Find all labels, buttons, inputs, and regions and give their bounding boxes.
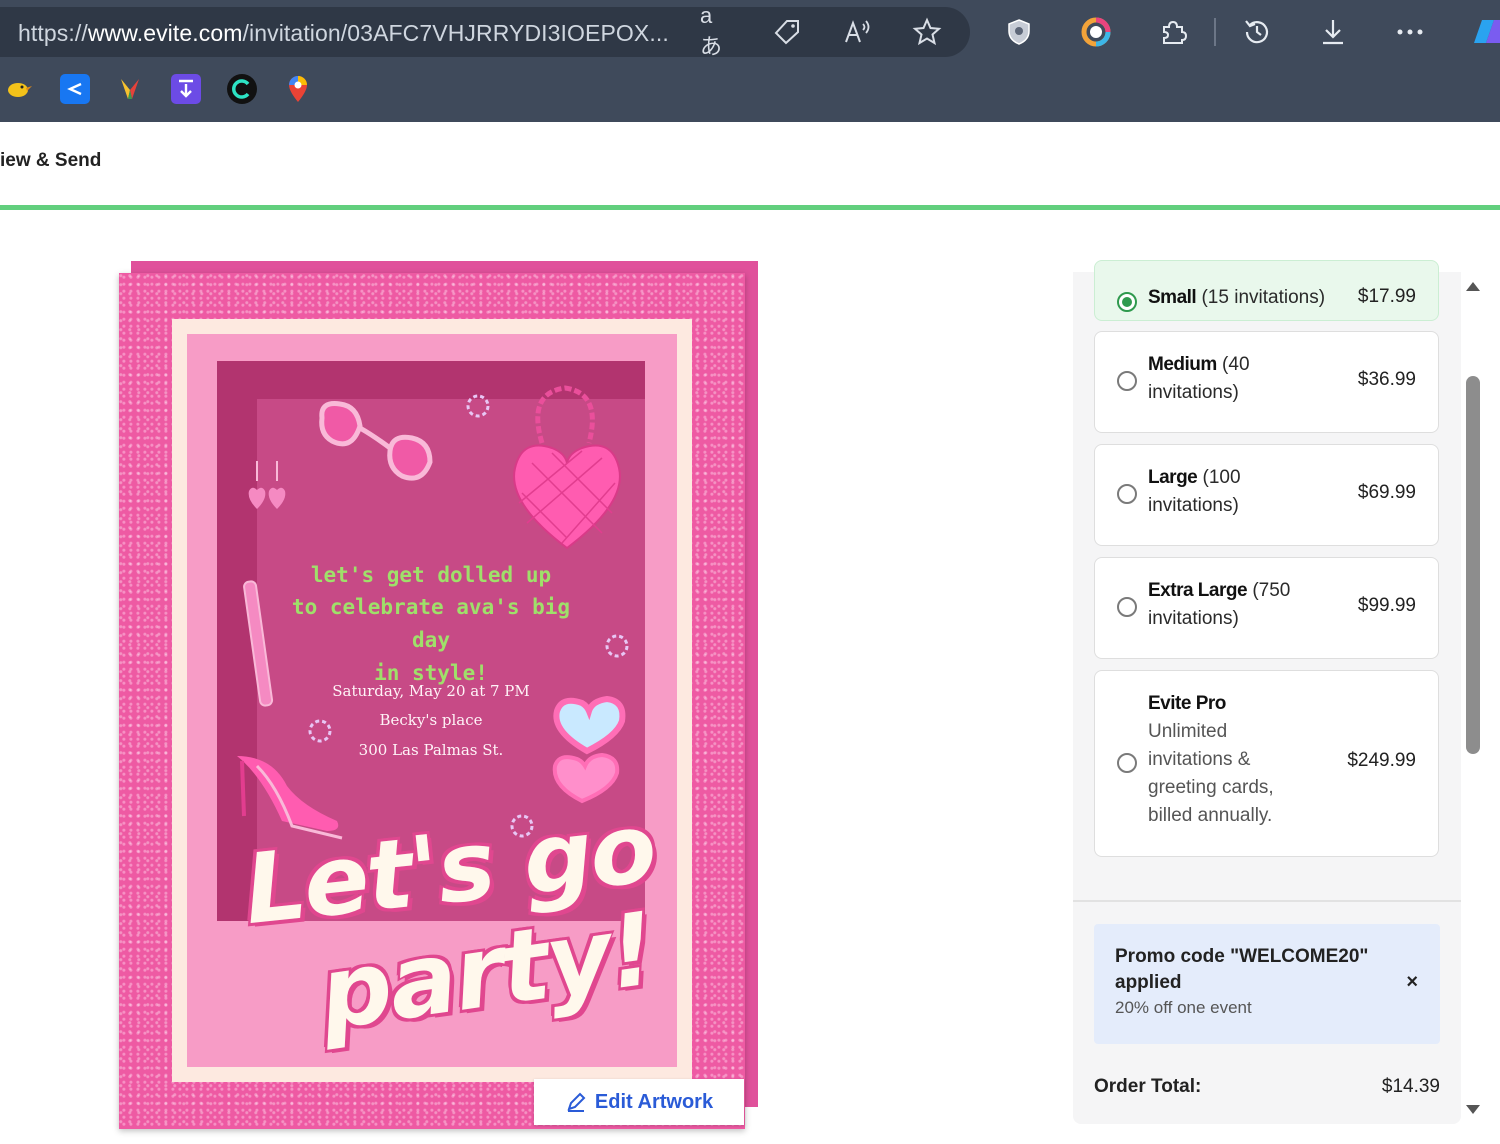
card-text-line-3: day bbox=[412, 628, 450, 652]
step-title[interactable]: iew & Send bbox=[0, 150, 101, 172]
edit-artwork-label: Edit Artwork bbox=[594, 1090, 714, 1113]
option-large[interactable]: Large (100 invitations) $69.99 bbox=[1094, 444, 1439, 546]
heart-earrings-icon bbox=[248, 461, 286, 509]
toolbar-separator bbox=[1214, 18, 1216, 46]
url-text[interactable]: https://www.evite.com/invitation/03AFC7V… bbox=[18, 20, 669, 47]
option-evite-pro-radio[interactable] bbox=[1117, 753, 1137, 773]
option-extra-large-label: Extra Large (750 invitations) bbox=[1148, 580, 1291, 629]
address-bar[interactable]: https://www.evite.com/invitation/03AFC7V… bbox=[0, 3, 970, 59]
promo-title: Promo code "WELCOME20" applied bbox=[1115, 946, 1369, 993]
tag-icon[interactable] bbox=[770, 15, 804, 49]
card-date: Saturday, May 20 at 7 PM bbox=[332, 682, 530, 700]
option-small-label: Small (15 invitations) bbox=[1148, 287, 1326, 308]
scroll-down-arrow-icon[interactable] bbox=[1466, 1105, 1480, 1114]
more-menu-icon[interactable] bbox=[1388, 10, 1432, 54]
bookmark-bird-icon[interactable] bbox=[4, 74, 34, 104]
option-large-label: Large (100 invitations) bbox=[1148, 467, 1241, 516]
history-icon[interactable] bbox=[1235, 10, 1279, 54]
bookmark-maps-icon[interactable] bbox=[283, 74, 313, 104]
edit-artwork-button[interactable]: Edit Artwork bbox=[534, 1079, 744, 1125]
color-extension-icon[interactable] bbox=[1074, 10, 1118, 54]
bookmark-download-icon[interactable] bbox=[171, 74, 201, 104]
panel-divider bbox=[1073, 900, 1461, 902]
progress-bar bbox=[0, 205, 1500, 210]
extensions-puzzle-icon[interactable] bbox=[1151, 10, 1195, 54]
option-large-price: $69.99 bbox=[1357, 482, 1416, 503]
option-evite-pro-label: Evite Pro Unlimited invitations & greeti… bbox=[1148, 693, 1274, 826]
bookmark-c-icon[interactable] bbox=[227, 74, 257, 104]
promo-subtitle: 20% off one event bbox=[1115, 998, 1252, 1017]
option-extra-large-radio[interactable] bbox=[1117, 597, 1137, 617]
option-extra-large-price: $99.99 bbox=[1357, 595, 1416, 616]
scroll-up-arrow-icon[interactable] bbox=[1466, 282, 1480, 291]
promo-banner: Promo code "WELCOME20" applied 20% off o… bbox=[1094, 924, 1440, 1044]
order-total-label: Order Total: bbox=[1094, 1076, 1202, 1097]
option-medium-radio[interactable] bbox=[1117, 371, 1137, 391]
copilot-icon[interactable] bbox=[1466, 10, 1500, 54]
promo-remove-close-icon[interactable]: × bbox=[1406, 971, 1418, 994]
option-medium-label: Medium (40 invitations) bbox=[1148, 354, 1250, 403]
bookmark-share-icon[interactable] bbox=[60, 74, 90, 104]
flower-icon bbox=[466, 394, 490, 418]
read-aloud-icon[interactable] bbox=[840, 15, 874, 49]
heart-purse-icon bbox=[513, 385, 621, 550]
option-medium[interactable]: Medium (40 invitations) $36.99 bbox=[1094, 331, 1439, 433]
card-address: 300 Las Palmas St. bbox=[358, 741, 504, 759]
option-evite-pro[interactable]: Evite Pro Unlimited invitations & greeti… bbox=[1094, 670, 1439, 857]
bookmark-colorful-icon[interactable] bbox=[115, 74, 145, 104]
browser-toolbar: https://www.evite.com/invitation/03AFC7V… bbox=[0, 0, 1500, 122]
pencil-icon bbox=[567, 1092, 586, 1112]
card-place: Becky's place bbox=[379, 711, 483, 729]
translate-icon[interactable]: aあ bbox=[700, 3, 734, 59]
heart-sunglasses-icon bbox=[319, 401, 433, 481]
order-total-value: $14.39 bbox=[1381, 1076, 1440, 1097]
scrollbar-thumb[interactable] bbox=[1466, 376, 1480, 754]
pricing-panel: Small (15 invitations) $17.99 Medium (40… bbox=[1073, 260, 1461, 1124]
option-large-radio[interactable] bbox=[1117, 484, 1137, 504]
option-small-price: $17.99 bbox=[1357, 286, 1416, 307]
option-evite-pro-price: $249.99 bbox=[1347, 750, 1416, 771]
card-text-line-1: let's get dolled up bbox=[310, 563, 552, 587]
option-medium-price: $36.99 bbox=[1357, 369, 1416, 390]
card-text-line-2: to celebrate ava's big bbox=[291, 595, 571, 619]
favorite-star-icon[interactable] bbox=[910, 15, 944, 49]
invitation-card: let's get dolled up to celebrate ava's b… bbox=[119, 273, 745, 1129]
download-icon[interactable] bbox=[1311, 10, 1355, 54]
option-small[interactable]: Small (15 invitations) $17.99 bbox=[1094, 260, 1439, 321]
shield-extension-icon[interactable] bbox=[997, 10, 1041, 54]
option-small-radio[interactable] bbox=[1117, 292, 1137, 312]
option-extra-large[interactable]: Extra Large (750 invitations) $99.99 bbox=[1094, 557, 1439, 659]
